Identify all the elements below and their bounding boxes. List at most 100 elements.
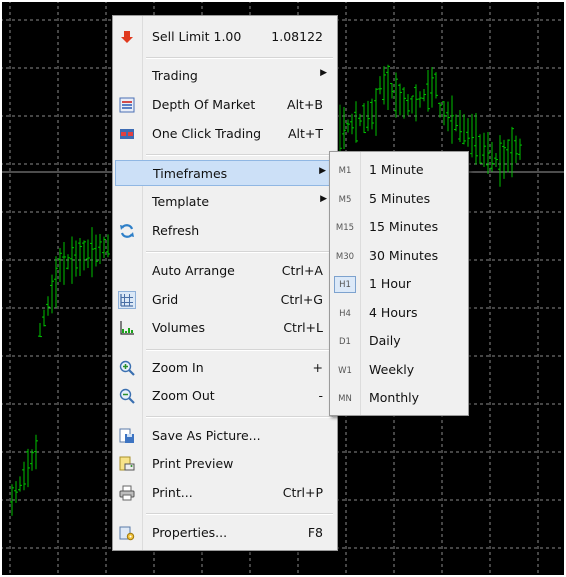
ohlc-bar bbox=[474, 113, 478, 165]
ohlc-bar bbox=[470, 113, 474, 158]
menu-item-label: Refresh bbox=[152, 223, 200, 238]
submenu-arrow-icon: ▶ bbox=[320, 194, 327, 204]
menu-item-label: Print Preview bbox=[152, 456, 234, 471]
menu-separator bbox=[146, 251, 333, 253]
timeframe-m30[interactable]: M30 30 Minutes bbox=[332, 243, 466, 269]
timeframe-m15[interactable]: M15 15 Minutes bbox=[332, 214, 466, 240]
timeframe-label: 4 Hours bbox=[369, 305, 418, 320]
ohlc-bar bbox=[430, 66, 434, 108]
ohlc-bar bbox=[90, 227, 94, 278]
ohlc-bar bbox=[514, 135, 518, 164]
menu-item-label: Depth Of Market bbox=[152, 97, 256, 112]
menu-item-trading[interactable]: Trading ▶ bbox=[115, 63, 335, 89]
menu-item-save-as-picture[interactable]: Save As Picture... bbox=[115, 423, 335, 449]
menu-item-shortcut: Ctrl+P bbox=[282, 485, 323, 500]
ohlc-bar bbox=[498, 135, 502, 187]
ohlc-bar bbox=[38, 322, 42, 338]
menu-item-one-click-trading[interactable]: One Click Trading Alt+T bbox=[115, 121, 335, 147]
menu-item-label: Print... bbox=[152, 485, 193, 500]
ohlc-bar bbox=[18, 476, 22, 492]
ohlc-bar bbox=[478, 134, 482, 164]
submenu-arrow-icon: ▶ bbox=[319, 166, 326, 176]
ohlc-bar bbox=[398, 83, 402, 116]
menu-item-label: Grid bbox=[152, 292, 179, 307]
timeframe-m1[interactable]: M1 1 Minute bbox=[332, 157, 466, 183]
ohlc-bar bbox=[30, 449, 34, 471]
timeframe-label: Monthly bbox=[369, 390, 420, 405]
ohlc-bar bbox=[46, 296, 50, 316]
menu-item-properties[interactable]: Properties... F8 bbox=[115, 520, 335, 546]
ohlc-bar bbox=[454, 114, 458, 132]
menu-item-print-preview[interactable]: Print Preview bbox=[115, 451, 335, 477]
ohlc-bar bbox=[434, 72, 438, 99]
ohlc-bar bbox=[418, 91, 422, 108]
timeframe-label: 30 Minutes bbox=[369, 248, 439, 263]
menu-item-refresh[interactable]: Refresh bbox=[115, 218, 335, 244]
menu-separator bbox=[146, 57, 333, 59]
ohlc-bar bbox=[410, 95, 414, 114]
menu-item-auto-arrange[interactable]: Auto Arrange Ctrl+A bbox=[115, 258, 335, 284]
ohlc-bar bbox=[66, 254, 70, 270]
menu-item-shortcut: Alt+B bbox=[287, 97, 323, 112]
menu-item-depth-of-market[interactable]: Depth Of Market Alt+B bbox=[115, 92, 335, 118]
timeframe-m5[interactable]: M5 5 Minutes bbox=[332, 186, 466, 212]
menu-separator bbox=[146, 154, 333, 156]
ohlc-bar bbox=[350, 113, 354, 135]
ohlc-bar bbox=[338, 104, 342, 156]
refresh-icon bbox=[118, 222, 136, 240]
timeframe-d1[interactable]: D1 Daily bbox=[332, 328, 466, 354]
ohlc-bar bbox=[510, 126, 514, 178]
menu-item-shortcut: Ctrl+G bbox=[280, 292, 323, 307]
menu-item-label: Zoom In bbox=[152, 360, 204, 375]
menu-item-zoom-out[interactable]: Zoom Out - bbox=[115, 383, 335, 409]
menu-item-label: Zoom Out bbox=[152, 388, 215, 403]
zoom-out-icon bbox=[118, 387, 136, 405]
ohlc-bar bbox=[342, 107, 346, 149]
menu-item-zoom-in[interactable]: Zoom In + bbox=[115, 355, 335, 381]
timeframes-submenu: M1 1 Minute M5 5 Minutes M15 15 Minutes … bbox=[329, 151, 469, 416]
ohlc-bar bbox=[94, 234, 98, 267]
menu-item-shortcut: Alt+T bbox=[287, 126, 323, 141]
menu-item-label: Template bbox=[152, 194, 210, 209]
menu-item-shortcut: Ctrl+A bbox=[281, 263, 323, 278]
ohlc-bar bbox=[386, 64, 390, 110]
ohlc-bar bbox=[78, 237, 82, 277]
menu-item-grid[interactable]: Grid Ctrl+G bbox=[115, 287, 335, 313]
menu-item-template[interactable]: Template ▶ bbox=[115, 189, 335, 215]
timeframe-code: D1 bbox=[339, 336, 351, 347]
ohlc-bar bbox=[382, 66, 386, 105]
menu-item-timeframes[interactable]: Timeframes ▶ bbox=[115, 160, 335, 186]
submenu-arrow-icon: ▶ bbox=[320, 68, 327, 78]
ohlc-bar bbox=[438, 102, 442, 118]
ohlc-bar bbox=[486, 131, 490, 174]
menu-item-volumes[interactable]: Volumes Ctrl+L bbox=[115, 315, 335, 341]
ohlc-bar bbox=[74, 240, 78, 277]
menu-item-label: Save As Picture... bbox=[152, 428, 261, 443]
timeframe-label: 15 Minutes bbox=[369, 219, 439, 234]
menu-item-print[interactable]: Print... Ctrl+P bbox=[115, 480, 335, 506]
ohlc-bar bbox=[506, 139, 510, 173]
ohlc-bar bbox=[22, 461, 26, 491]
timeframe-h4[interactable]: H4 4 Hours bbox=[332, 300, 466, 326]
timeframe-code-checked: H1 bbox=[334, 276, 356, 293]
timeframe-mn[interactable]: MN Monthly bbox=[332, 385, 466, 411]
timeframe-label: Daily bbox=[369, 333, 401, 348]
timeframe-code: MN bbox=[338, 393, 352, 404]
timeframe-h1[interactable]: H1 1 Hour bbox=[332, 271, 466, 297]
ohlc-bar bbox=[482, 132, 486, 168]
depth-of-market-icon bbox=[118, 96, 136, 114]
ohlc-bar bbox=[390, 83, 394, 99]
menu-item-sell-limit[interactable]: Sell Limit 1.00 1.08122 bbox=[115, 24, 335, 50]
printer-icon bbox=[118, 484, 136, 502]
menu-separator bbox=[146, 416, 333, 418]
menu-item-shortcut: F8 bbox=[307, 525, 323, 540]
timeframe-w1[interactable]: W1 Weekly bbox=[332, 357, 466, 383]
timeframe-code: M5 bbox=[338, 194, 352, 205]
ohlc-bar bbox=[490, 141, 494, 172]
ohlc-bar bbox=[462, 114, 466, 145]
menu-item-label: One Click Trading bbox=[152, 126, 262, 141]
menu-item-shortcut: - bbox=[318, 388, 323, 403]
timeframe-label: 1 Minute bbox=[369, 162, 424, 177]
ohlc-bar bbox=[362, 103, 366, 134]
menu-item-label: Timeframes bbox=[153, 166, 228, 181]
